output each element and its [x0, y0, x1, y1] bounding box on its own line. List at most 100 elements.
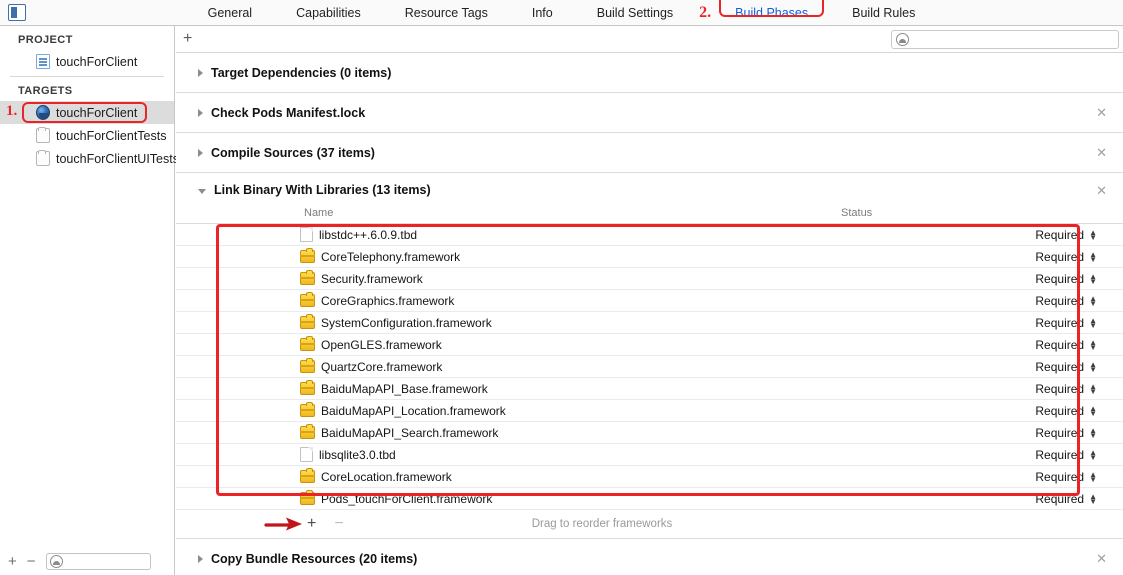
- cell-status[interactable]: Required ▲ ▼: [841, 294, 1123, 308]
- cell-status[interactable]: Required ▲ ▼: [841, 360, 1123, 374]
- disclosure-triangle-icon[interactable]: [198, 554, 203, 563]
- table-row[interactable]: QuartzCore.framework Required ▲ ▼: [176, 356, 1123, 378]
- build-phases-filter-input[interactable]: [891, 30, 1119, 49]
- status-value: Required: [1035, 359, 1085, 374]
- status-value: Required: [1035, 447, 1085, 462]
- phase-header[interactable]: Copy Bundle Resources (20 items): [176, 539, 1123, 575]
- test-bundle-icon: [36, 150, 50, 166]
- phase-header[interactable]: Check Pods Manifest.lock: [176, 93, 1123, 132]
- sidebar-item-target-touchforclient[interactable]: 1. touchForClient: [0, 101, 174, 124]
- status-stepper-icon[interactable]: ▲ ▼: [1089, 382, 1097, 395]
- phase-title: Link Binary With Libraries (13 items): [214, 183, 431, 197]
- sidebar-item-target-touchforclienttests[interactable]: touchForClientTests: [0, 124, 174, 147]
- tab-resource-tags[interactable]: Resource Tags: [383, 0, 510, 26]
- status-stepper-icon[interactable]: ▲ ▼: [1089, 316, 1097, 329]
- table-row[interactable]: CoreGraphics.framework Required ▲ ▼: [176, 290, 1123, 312]
- status-stepper-icon[interactable]: ▲ ▼: [1089, 250, 1097, 263]
- disclosure-triangle-icon[interactable]: [198, 188, 206, 194]
- cell-status[interactable]: Required ▲ ▼: [841, 382, 1123, 396]
- status-stepper-icon[interactable]: ▲ ▼: [1089, 338, 1097, 351]
- phase-copy-bundle-resources[interactable]: Copy Bundle Resources (20 items) ✕: [176, 538, 1123, 575]
- delete-phase-icon[interactable]: ✕: [1096, 106, 1107, 119]
- cell-status[interactable]: Required ▲ ▼: [841, 250, 1123, 264]
- annotation-marker-1: 1.: [6, 103, 18, 119]
- table-row[interactable]: BaiduMapAPI_Base.framework Required ▲ ▼: [176, 378, 1123, 400]
- table-row[interactable]: BaiduMapAPI_Location.framework Required ▲ ▼: [176, 400, 1123, 422]
- filter-icon: [49, 554, 63, 568]
- status-stepper-icon[interactable]: ▲ ▼: [1089, 228, 1097, 241]
- sidebar-project-header: PROJECT: [18, 34, 73, 46]
- cell-name: libstdc++.6.0.9.tbd: [176, 227, 841, 242]
- table-row[interactable]: BaiduMapAPI_Search.framework Required ▲ ▼: [176, 422, 1123, 444]
- table-row[interactable]: CoreLocation.framework Required ▲ ▼: [176, 466, 1123, 488]
- phase-target-dependencies[interactable]: Target Dependencies (0 items): [176, 53, 1123, 93]
- cell-status[interactable]: Required ▲ ▼: [841, 404, 1123, 418]
- phase-check-pods-manifest[interactable]: Check Pods Manifest.lock ✕: [176, 93, 1123, 133]
- drag-reorder-hint: Drag to reorder frameworks: [531, 518, 673, 530]
- cell-name: CoreTelephony.framework: [176, 248, 841, 264]
- status-stepper-icon[interactable]: ▲ ▼: [1089, 492, 1097, 505]
- table-row[interactable]: Pods_touchForClient.framework Required ▲ ▼: [176, 488, 1123, 510]
- delete-phase-icon[interactable]: ✕: [1096, 552, 1107, 565]
- status-stepper-icon[interactable]: ▲ ▼: [1089, 426, 1097, 439]
- status-value: Required: [1035, 469, 1085, 484]
- sidebar-filter-input[interactable]: [45, 552, 151, 570]
- disclosure-triangle-icon[interactable]: [198, 108, 203, 117]
- status-stepper-icon[interactable]: ▲ ▼: [1089, 272, 1097, 285]
- cell-status[interactable]: Required ▲ ▼: [841, 316, 1123, 330]
- phase-header[interactable]: Link Binary With Libraries (13 items): [176, 173, 1123, 207]
- table-row[interactable]: libstdc++.6.0.9.tbd Required ▲ ▼: [176, 224, 1123, 246]
- table-row[interactable]: SystemConfiguration.framework Required ▲ ▼: [176, 312, 1123, 334]
- phase-link-binary-with-libraries: Link Binary With Libraries (13 items) ✕ …: [176, 173, 1123, 538]
- status-stepper-icon[interactable]: ▲ ▼: [1089, 294, 1097, 307]
- cell-name: OpenGLES.framework: [176, 336, 841, 352]
- phase-compile-sources[interactable]: Compile Sources (37 items) ✕: [176, 133, 1123, 173]
- table-row[interactable]: CoreTelephony.framework Required ▲ ▼: [176, 246, 1123, 268]
- disclosure-triangle-icon[interactable]: [198, 148, 203, 157]
- framework-icon: [300, 468, 315, 483]
- sidebar-add-button[interactable]: +: [8, 554, 17, 569]
- table-row[interactable]: OpenGLES.framework Required ▲ ▼: [176, 334, 1123, 356]
- framework-name: libsqlite3.0.tbd: [319, 447, 396, 462]
- cell-status[interactable]: Required ▲ ▼: [841, 228, 1123, 242]
- cell-name: libsqlite3.0.tbd: [176, 447, 841, 462]
- column-header-status: Status: [841, 207, 873, 219]
- sidebar-remove-button[interactable]: −: [27, 554, 36, 569]
- tab-general[interactable]: General: [186, 0, 274, 26]
- framework-name: BaiduMapAPI_Location.framework: [321, 403, 506, 418]
- tab-capabilities[interactable]: Capabilities: [274, 0, 383, 26]
- tab-build-phases[interactable]: Build Phases: [713, 0, 830, 26]
- delete-phase-icon[interactable]: ✕: [1096, 184, 1107, 197]
- tab-build-settings[interactable]: Build Settings: [575, 0, 695, 26]
- status-value: Required: [1035, 271, 1085, 286]
- framework-name: CoreTelephony.framework: [321, 249, 461, 264]
- sidebar-item-project-touchforclient[interactable]: touchForClient: [0, 50, 174, 73]
- navigator-toggle-icon[interactable]: [8, 4, 26, 21]
- sidebar-item-target-touchforclientuitests[interactable]: touchForClientUITests: [0, 147, 179, 170]
- phase-header[interactable]: Compile Sources (37 items): [176, 133, 1123, 172]
- cell-status[interactable]: Required ▲ ▼: [841, 492, 1123, 506]
- tab-build-rules[interactable]: Build Rules: [830, 0, 937, 26]
- app-target-icon: [36, 105, 50, 120]
- framework-icon: [300, 314, 315, 329]
- tbd-file-icon: [300, 227, 313, 242]
- disclosure-triangle-icon[interactable]: [198, 68, 203, 77]
- cell-status[interactable]: Required ▲ ▼: [841, 448, 1123, 462]
- cell-status[interactable]: Required ▲ ▼: [841, 470, 1123, 484]
- cell-status[interactable]: Required ▲ ▼: [841, 272, 1123, 286]
- table-row[interactable]: Security.framework Required ▲ ▼: [176, 268, 1123, 290]
- status-stepper-icon[interactable]: ▲ ▼: [1089, 448, 1097, 461]
- status-stepper-icon[interactable]: ▲ ▼: [1089, 470, 1097, 483]
- cell-status[interactable]: Required ▲ ▼: [841, 338, 1123, 352]
- tab-info[interactable]: Info: [510, 0, 575, 26]
- cell-status[interactable]: Required ▲ ▼: [841, 426, 1123, 440]
- cell-name: BaiduMapAPI_Location.framework: [176, 402, 841, 418]
- status-stepper-icon[interactable]: ▲ ▼: [1089, 404, 1097, 417]
- delete-phase-icon[interactable]: ✕: [1096, 146, 1107, 159]
- framework-icon: [300, 380, 315, 395]
- add-build-phase-button[interactable]: +: [183, 31, 192, 47]
- table-row[interactable]: libsqlite3.0.tbd Required ▲ ▼: [176, 444, 1123, 466]
- status-stepper-icon[interactable]: ▲ ▼: [1089, 360, 1097, 373]
- framework-icon: [300, 424, 315, 439]
- phase-header[interactable]: Target Dependencies (0 items): [176, 53, 1123, 92]
